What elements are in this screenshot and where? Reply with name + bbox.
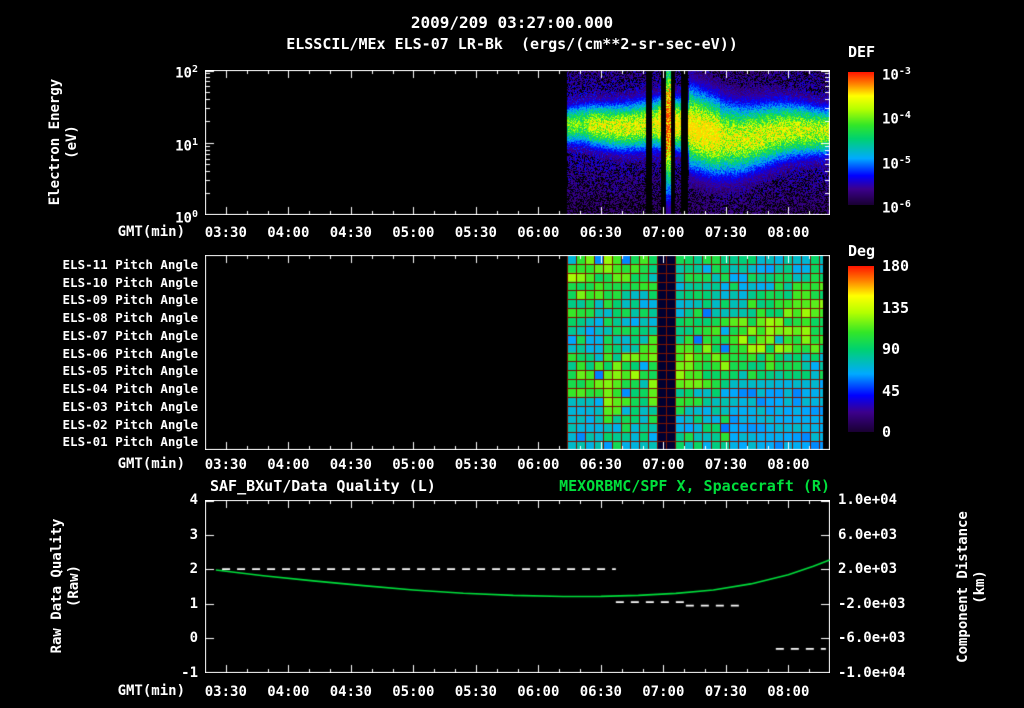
spectrogram-y-axis-label: Electron Energy (eV) — [47, 79, 81, 205]
def-colorbar-tick-label: 10-4 — [882, 110, 911, 128]
deg-colorbar-tick-label: 45 — [882, 381, 901, 400]
x-tick-label: 07:30 — [704, 457, 747, 473]
right-y-tick-label: 6.0e+03 — [838, 526, 898, 543]
x-tick-label: 06:00 — [517, 684, 560, 700]
spacecraft-series-title: MEXORBMC/SPF X, Spacecraft (R) — [559, 477, 830, 495]
x-tick-label: 07:00 — [642, 684, 685, 700]
spectrogram-y-axis-label-line1: Electron Energy — [47, 78, 63, 206]
deg-colorbar — [848, 266, 874, 432]
x-tick-label: 08:00 — [767, 225, 810, 241]
pitch-row-label: ELS-10 Pitch Angle — [62, 274, 198, 290]
gmt-axis-label: GMT(min) — [117, 224, 185, 240]
x-tick-label: 06:00 — [517, 457, 560, 473]
spectrogram-y-axis-label-line2: (eV) — [64, 125, 80, 159]
left-y-tick-label: -1 — [181, 665, 198, 681]
pitch-angle-heatmap-canvas — [205, 255, 830, 450]
x-tick-label: 08:00 — [767, 684, 810, 700]
x-tick-label: 07:00 — [642, 225, 685, 241]
x-tick-label: 05:00 — [392, 457, 435, 473]
x-tick-label: 05:30 — [454, 684, 497, 700]
spec-y-tick-label: 102 — [175, 64, 198, 82]
x-tick-label: 04:00 — [267, 684, 310, 700]
left-y-tick-label: 0 — [189, 630, 198, 647]
deg-colorbar-tick-label: 90 — [882, 340, 901, 358]
pitch-row-label: ELS-08 Pitch Angle — [62, 310, 198, 326]
x-tick-label: 04:00 — [267, 457, 310, 473]
deg-colorbar-tick-label: 135 — [882, 298, 910, 317]
pitch-row-label: ELS-06 Pitch Angle — [62, 345, 198, 361]
plot-page: 2009/209 03:27:00.000 ELSSCIL/MEx ELS-07… — [0, 0, 1024, 708]
right-y-tick-label: 2.0e+03 — [838, 561, 898, 578]
pitch-row-label: ELS-04 Pitch Angle — [62, 381, 198, 397]
spec-y-tick-label: 100 — [175, 209, 198, 227]
x-tick-label: 03:30 — [204, 225, 247, 241]
x-tick-label: 07:30 — [704, 684, 747, 700]
gmt-axis-label: GMT(min) — [117, 456, 185, 472]
def-colorbar — [848, 72, 874, 205]
def-colorbar-title: DEF — [848, 43, 876, 61]
right-y-axis-label-line2: (km) — [972, 570, 988, 604]
right-y-axis-label: Component Distance (km) — [955, 511, 989, 663]
deg-colorbar-tick-label: 0 — [882, 423, 892, 441]
right-y-tick-label: -2.0e+03 — [838, 595, 906, 612]
def-colorbar-tick-label: 10-3 — [882, 66, 911, 84]
x-tick-label: 07:30 — [704, 225, 747, 241]
x-tick-label: 07:00 — [642, 457, 685, 473]
deg-colorbar-tick-label: 180 — [882, 257, 910, 275]
x-tick-label: 04:30 — [329, 457, 372, 473]
left-y-tick-label: 4 — [189, 492, 198, 508]
x-tick-label: 03:30 — [204, 684, 247, 700]
pitch-row-label: ELS-07 Pitch Angle — [62, 327, 198, 343]
x-tick-label: 04:30 — [329, 684, 372, 700]
pitch-row-label: ELS-09 Pitch Angle — [62, 292, 198, 308]
pitch-row-label: ELS-02 Pitch Angle — [62, 416, 198, 432]
right-y-tick-label: -1.0e+04 — [838, 665, 906, 681]
x-tick-label: 04:00 — [267, 225, 310, 241]
x-tick-label: 05:30 — [454, 225, 497, 241]
x-tick-label: 05:00 — [392, 225, 435, 241]
quality-series-title: SAF_BXuT/Data Quality (L) — [210, 477, 436, 495]
x-tick-label: 03:30 — [204, 457, 247, 473]
pitch-row-label: ELS-11 Pitch Angle — [62, 257, 198, 272]
left-y-tick-label: 1 — [189, 595, 198, 612]
quality-distance-line-chart-canvas — [205, 500, 830, 673]
electron-energy-spectrogram-canvas — [205, 70, 830, 215]
spec-y-tick-label: 101 — [175, 136, 198, 155]
x-tick-label: 05:00 — [392, 684, 435, 700]
def-colorbar-tick-label: 10-6 — [882, 199, 911, 217]
left-y-axis-label-line2: (Raw) — [66, 564, 82, 608]
pitch-row-label: ELS-01 Pitch Angle — [62, 434, 198, 450]
right-y-axis-label-line1: Component Distance — [955, 511, 971, 663]
timestamp-title: 2009/209 03:27:00.000 — [410, 13, 614, 32]
gmt-axis-label: GMT(min) — [117, 683, 185, 699]
pitch-row-label: ELS-03 Pitch Angle — [62, 398, 198, 414]
x-tick-label: 05:30 — [454, 457, 497, 473]
x-tick-label: 08:00 — [767, 457, 810, 473]
left-y-tick-label: 2 — [189, 561, 198, 578]
left-y-axis-label-line1: Raw Data Quality — [49, 518, 65, 654]
x-tick-label: 06:00 — [517, 225, 560, 241]
x-tick-label: 06:30 — [579, 684, 622, 700]
x-tick-label: 04:30 — [329, 225, 372, 241]
right-y-tick-label: 1.0e+04 — [838, 492, 898, 508]
x-tick-label: 06:30 — [579, 225, 622, 241]
x-tick-label: 06:30 — [579, 457, 622, 473]
left-y-tick-label: 3 — [189, 526, 198, 543]
def-colorbar-tick-label: 10-5 — [882, 154, 911, 173]
pitch-row-label: ELS-05 Pitch Angle — [62, 363, 198, 379]
left-y-axis-label: Raw Data Quality (Raw) — [49, 519, 83, 654]
right-y-tick-label: -6.0e+03 — [838, 630, 906, 647]
